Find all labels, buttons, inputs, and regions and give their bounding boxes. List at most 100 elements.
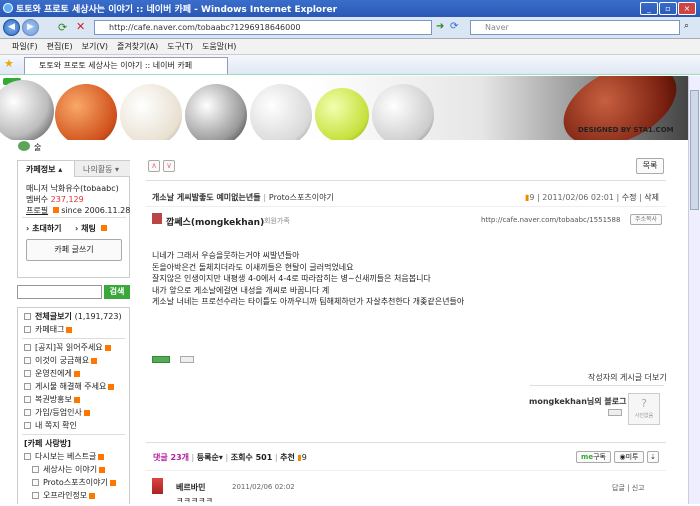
author-avatar[interactable]	[152, 213, 162, 224]
manager-name[interactable]: 낙화유수(tobaabc)	[51, 184, 119, 193]
menu-question[interactable]: 이것이 궁금해요	[18, 354, 129, 367]
maximize-button[interactable]: ▫	[659, 2, 677, 15]
menu-join[interactable]: 가입/등업인사	[18, 406, 129, 419]
soccer-ball-icon	[185, 84, 247, 140]
more-options-button[interactable]: ⇣	[647, 451, 659, 463]
address-input[interactable]: http://cafe.naver.com/tobaabc?1296918646…	[94, 20, 432, 35]
view-count: 조회수 501	[230, 453, 273, 462]
post-category[interactable]: Proto스포츠이야기	[269, 193, 334, 202]
next-post-button[interactable]: ∨	[163, 160, 175, 172]
tab-my-activity[interactable]: 나의활동 ▾	[74, 161, 130, 177]
close-button[interactable]: ×	[678, 2, 696, 15]
refresh-icon[interactable]: ⟳	[58, 21, 67, 34]
menu-join-label: 가입/등업인사	[35, 408, 82, 417]
new-badge-icon	[89, 492, 96, 499]
menu-life[interactable]: 세상사는 이야기	[18, 463, 129, 476]
me2day-button[interactable]: ◉미투	[614, 451, 644, 463]
post-line: 내가 앞으로 게소날에걸면 내성을 개씨로 바꿉니다 계	[152, 285, 330, 295]
menu-favorites[interactable]: 즐겨찾기(A)	[117, 41, 158, 52]
address-toolbar: ◀ ▶ ⟳ ✕ http://cafe.naver.com/tobaabc?12…	[0, 17, 700, 39]
chevron-down-icon: ▾	[218, 453, 223, 462]
menu-messages[interactable]: 내 쪽지 확인	[18, 419, 129, 432]
menu-proto[interactable]: Proto스포츠이야기	[18, 476, 129, 489]
recommend-count: 9	[301, 453, 307, 462]
chat-link[interactable]: › 채팅	[75, 223, 107, 234]
comment-text: ㅋㅋㅋㅋㅋ	[176, 496, 213, 505]
new-badge-icon	[108, 383, 115, 390]
blog-link[interactable]: mongkekhan님의 블로그	[529, 396, 626, 407]
cafe-menu-box: 전체글보기 (1,191,723) 카페태그 [공지]꼭 읽어주세요 이것이 궁…	[17, 307, 130, 504]
report-link[interactable]: 신고	[632, 484, 645, 492]
tag-icon	[24, 326, 31, 333]
post-permalink[interactable]: http://cafe.naver.com/tobaabc/1551588	[481, 216, 620, 224]
post-title-text: 개소날 게씨발좋도 예미없는년들	[152, 193, 261, 202]
comment-actions: 답글 | 신고	[612, 484, 645, 492]
minimize-button[interactable]: _	[640, 2, 658, 15]
commenter-avatar[interactable]	[152, 478, 163, 494]
board-icon	[24, 409, 31, 416]
copy-url-button[interactable]: 주소복사	[630, 214, 662, 225]
list-button[interactable]: 목록	[636, 158, 664, 174]
cafe-tag-label: 카페태그	[35, 325, 65, 334]
favorites-star-icon[interactable]: ★	[4, 57, 14, 70]
menu-edit[interactable]: 편집(E)	[47, 41, 73, 52]
post-line: 니네가 그래서 우승을뭇하는거야 씨발년들아	[152, 251, 300, 260]
all-posts-link[interactable]: 전체글보기 (1,191,723)	[18, 310, 129, 323]
sort-dropdown[interactable]: 등록순	[197, 453, 219, 462]
cafe-search-button[interactable]: 검색	[104, 285, 130, 299]
stop-icon[interactable]: ✕	[76, 20, 85, 33]
tab-cafe[interactable]: 토토와 프로토 세상사는 이야기 :: 네이버 카페	[24, 57, 228, 74]
cafe-icon	[18, 141, 30, 151]
refresh-small-icon[interactable]: ⟳	[450, 21, 458, 32]
invite-link[interactable]: › 초대하기	[26, 223, 62, 234]
menu-resolve[interactable]: 게시물 해결해 주세요	[18, 380, 129, 393]
menu-staff[interactable]: 운영진에게	[18, 367, 129, 380]
go-icon[interactable]: ➜	[436, 21, 444, 32]
search-input[interactable]: Naver	[470, 20, 680, 35]
reply-link[interactable]: 답글	[612, 484, 625, 492]
post-body: 니네가 그래서 우승을뭇하는거야 씨발년들아 돈을아박은건 돌체치더라도 이새끼…	[152, 250, 464, 308]
menu-tools[interactable]: 도구(T)	[167, 41, 193, 52]
back-button[interactable]: ◀	[3, 19, 20, 36]
new-badge-icon	[98, 453, 105, 460]
author-name[interactable]: 깝쎄스(mongkekhan)	[166, 215, 264, 228]
subscribe-button[interactable]: me구독	[576, 451, 611, 463]
new-badge-icon	[99, 466, 106, 473]
profile-link[interactable]: 프로필	[26, 206, 48, 215]
manager-label: 매니저	[26, 184, 49, 193]
menu-staff-label: 운영진에게	[35, 369, 72, 378]
prev-post-button[interactable]: ∧	[148, 160, 160, 172]
forward-button[interactable]: ▶	[22, 19, 39, 36]
recommend-link[interactable]: 추천	[280, 453, 295, 462]
menu-offline[interactable]: 오프라인정모	[18, 489, 129, 502]
menu-lottery[interactable]: 복권방홍보	[18, 393, 129, 406]
search-icon[interactable]: ⌕	[684, 21, 689, 31]
vertical-scrollbar[interactable]	[688, 76, 700, 504]
menu-help[interactable]: 도움말(H)	[202, 41, 236, 52]
menu-notice-label: [공지]꼭 읽어주세요	[35, 343, 103, 352]
commenter-name[interactable]: 베르바민	[176, 482, 205, 493]
cafe-tag-link[interactable]: 카페태그	[18, 323, 129, 336]
new-badge-icon	[73, 370, 80, 377]
menu-file[interactable]: 파일(F)	[12, 41, 38, 52]
more-posts-link[interactable]: 작성자의 게시글 더보기	[588, 372, 667, 383]
menu-view[interactable]: 보기(V)	[82, 41, 108, 52]
comment-count[interactable]: 댓글 23개	[153, 453, 189, 462]
board-icon	[24, 453, 31, 460]
tennis-ball-icon	[315, 88, 369, 140]
cafe-search-input[interactable]	[17, 285, 102, 299]
cafe-banner: DESIGNED BY STA1.COM	[0, 76, 688, 140]
breadcrumb[interactable]: 술	[34, 142, 41, 153]
bowling-ball-icon	[372, 84, 434, 140]
edit-link[interactable]: 수정	[622, 193, 637, 202]
all-posts-label: 전체글보기	[35, 312, 72, 321]
members-row: 멤버수 237,129	[26, 194, 84, 205]
delete-link[interactable]: 삭제	[644, 193, 659, 202]
comment-date: 2011/02/06 02:02	[232, 483, 295, 491]
menu-notice[interactable]: [공지]꼭 읽어주세요	[18, 341, 129, 354]
tab-cafe-info[interactable]: 카페정보 ▴	[18, 161, 74, 177]
write-post-button[interactable]: 카페 글쓰기	[26, 239, 122, 261]
menu-best[interactable]: 다시보는 베스트글	[18, 450, 129, 463]
scrollbar-thumb[interactable]	[690, 90, 699, 210]
profile-photo[interactable]: ? 사진없음	[628, 393, 660, 425]
